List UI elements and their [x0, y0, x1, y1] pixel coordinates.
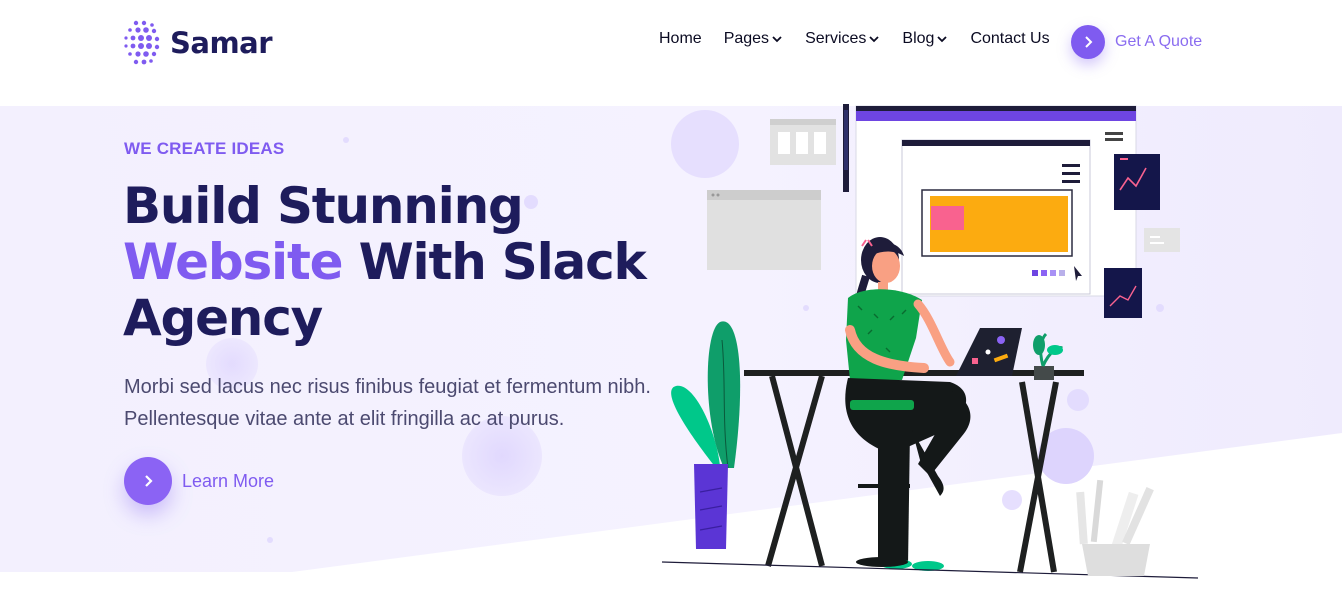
nav-item-label: Home: [659, 30, 702, 47]
nav-item-label: Pages: [723, 30, 770, 47]
chevron-right-icon: [145, 475, 153, 487]
quote-icon-circle: [1071, 25, 1105, 59]
nav-item-pages[interactable]: Pages: [724, 30, 783, 48]
hero-headline: Build Stunning Website With Slack Agency: [123, 178, 683, 346]
floating-window-icon: [770, 119, 836, 165]
brand-name: Samar: [170, 26, 273, 60]
headline-line-3: Agency: [123, 289, 323, 347]
nav-item-services[interactable]: Services: [805, 30, 880, 48]
get-a-quote-button[interactable]: Get A Quote: [1071, 25, 1202, 59]
nav-item-contact[interactable]: Contact Us: [970, 30, 1049, 48]
chevron-down-icon: [772, 36, 782, 43]
hero-eyebrow: WE CREATE IDEAS: [124, 139, 285, 158]
chevron-down-icon: [937, 36, 948, 43]
site-header: Samar Home Pages Services Blog Contact U…: [0, 0, 1342, 106]
floating-window-icon: [707, 190, 821, 270]
hero-description: Morbi sed lacus nec risus finibus feugia…: [124, 376, 651, 430]
logo[interactable]: Samar: [122, 18, 273, 68]
headline-accent: Website: [123, 233, 344, 291]
learn-more-label: Learn More: [182, 470, 275, 491]
plant-icon: [671, 321, 741, 549]
nav-item-blog[interactable]: Blog: [902, 30, 948, 48]
pencil-cup-icon: [1076, 479, 1154, 576]
nav-item-label: Blog: [902, 30, 935, 47]
headline-line-1: Build Stunning: [123, 177, 524, 235]
logo-dots-icon: [124, 20, 160, 65]
learn-more-icon-circle: [124, 457, 172, 505]
nav-item-home[interactable]: Home: [659, 30, 702, 48]
get-a-quote-label: Get A Quote: [1115, 33, 1203, 50]
headline-line-2: With Slack: [342, 233, 647, 291]
chevron-down-icon: [869, 36, 880, 43]
person-working-illustration: [661, 104, 1199, 579]
nav-item-label: Contact Us: [970, 30, 1050, 47]
laptop-icon: [956, 328, 1022, 376]
learn-more-button[interactable]: Learn More: [124, 457, 274, 505]
chart-panel-icon: [1104, 268, 1142, 318]
main-nav: Home Pages Services Blog Contact Us: [659, 30, 1072, 48]
chart-panel-icon: [1114, 154, 1160, 210]
chevron-right-icon: [1085, 36, 1093, 48]
nav-item-label: Services: [805, 30, 867, 47]
